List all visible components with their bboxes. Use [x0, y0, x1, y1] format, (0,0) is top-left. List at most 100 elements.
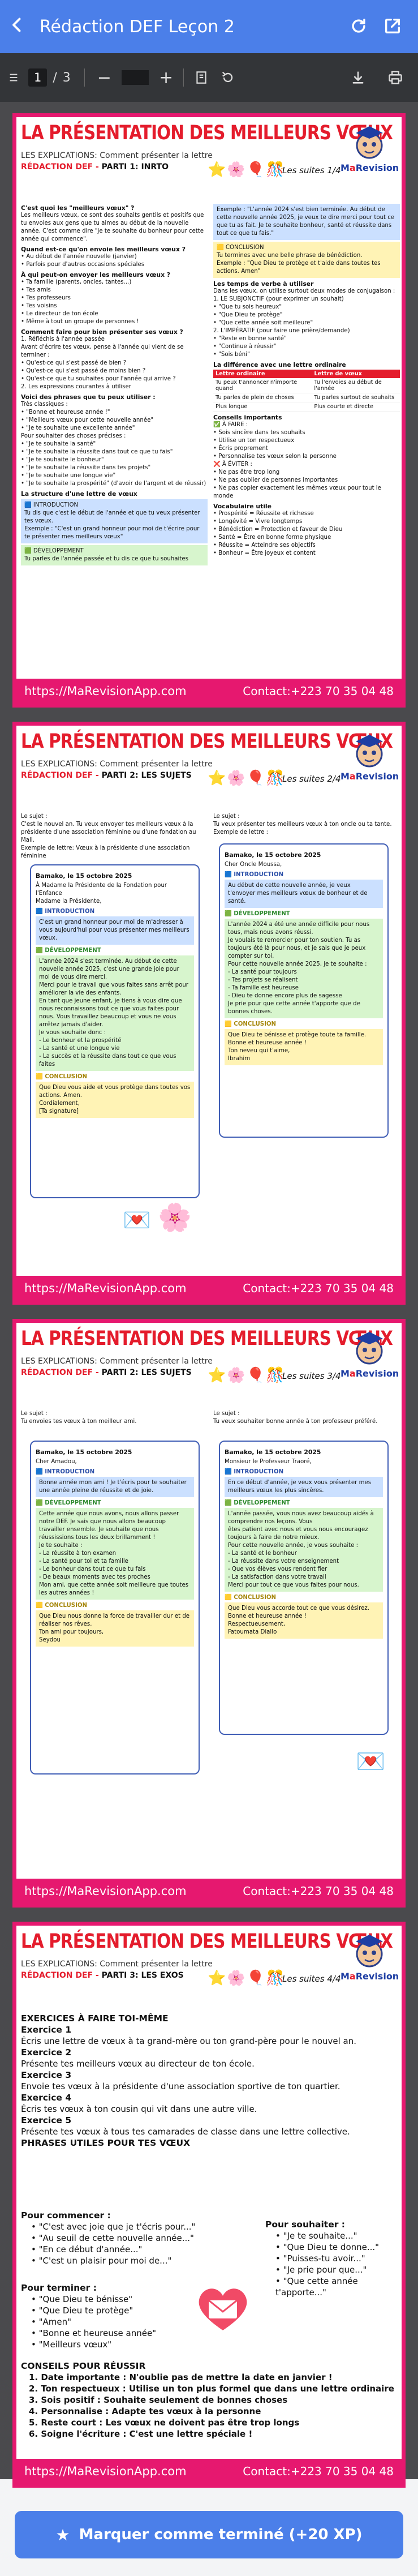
zoom-out-button[interactable]: − [97, 68, 111, 88]
exercise-heading: EXERCICES À FAIRE TOI-MÊME [21, 2013, 169, 2024]
conseil-bold: Soigne l'écriture : [41, 2429, 130, 2439]
page-body: EXERCICES À FAIRE TOI-MÊME Exercice 1 Écri… [16, 2011, 402, 2459]
concl-label: 🟨 CONCLUSION [36, 1602, 88, 1609]
concl-label: 🟨 CONCLUSION [225, 1595, 277, 1601]
phrase-text: "Je prie pour que..." [283, 2265, 367, 2275]
phrase-item: • "Au seuil de cette nouvelle année..." [31, 2232, 208, 2244]
bullet-icon: • [31, 2222, 39, 2232]
conseil-bold: Personnalise : [41, 2406, 112, 2416]
table-cell: Tu peux t'annoncer n'importe quand [213, 378, 312, 393]
section-heading: À qui peut-on envoyer les meilleurs vœux… [21, 271, 171, 278]
letter-intro: En ce début d'année, je veux vous présen… [225, 1477, 383, 1497]
part-text: PARTI 2: LES SUJETS [101, 1368, 192, 1377]
phrase-text: "Amen" [38, 2317, 72, 2327]
section-text: • Au début de l'année nouvelle (janvier)… [21, 254, 145, 268]
conseil-bold: Sois positif : [41, 2395, 104, 2405]
conseil-text: Adapte tes vœux à la personne [111, 2406, 261, 2416]
more-vert-icon[interactable] [2, 71, 25, 84]
letter-greeting: Monsieur le Professeur Traoré, [225, 1459, 312, 1465]
part-text: PARTI 1: INRTO [101, 162, 169, 172]
conseil-number: 2. [29, 2384, 41, 2394]
concl-label: 🟨 CONCLUSION [225, 1021, 277, 1027]
conseil-number: 3. [29, 2395, 41, 2405]
phrase-item: • "En ce début d'année..." [31, 2244, 208, 2255]
dev-label: 🟩 DÉVELOPPEMENT [36, 948, 101, 954]
site-link[interactable]: https://MaRevisionApp.com [24, 1281, 187, 1295]
table-row: Tu parles de plein de choses Tu parles su… [213, 393, 400, 402]
commencer-list: • "C'est avec joie que je t'écris pour..… [21, 2221, 208, 2266]
page-total: 3 [62, 70, 71, 85]
terminer-title: Pour terminer : [21, 2283, 97, 2293]
rotate-icon[interactable] [220, 70, 236, 85]
marevision-logo: MaRevision [341, 124, 399, 179]
letter-date: Bamako, le 15 octobre 2025 [36, 1448, 132, 1456]
print-icon[interactable] [387, 70, 403, 85]
comparison-table: Lettre ordinaire Lettre de vœux Tu peux t'… [213, 370, 400, 412]
logo-text: MaRevision [341, 162, 399, 173]
page-footer: https://MaRevisionApp.com Contact:+223 7… [16, 679, 402, 704]
fit-page-icon[interactable] [194, 70, 209, 85]
back-arrow-icon[interactable] [7, 15, 29, 39]
bullet-icon: • [31, 2339, 39, 2350]
open-external-icon[interactable] [380, 14, 405, 38]
mark-complete-button[interactable]: ★ Marquer comme terminé (+20 XP) [15, 2511, 403, 2558]
table-cell: Tu parles surtout de souhaits [312, 393, 400, 402]
page-header: LA PRÉSENTATION DES MEILLEURS VŒUX LES E… [16, 726, 402, 811]
bullet-icon: • [31, 2328, 39, 2338]
contact-text: Contact:+223 70 35 04 48 [243, 684, 394, 698]
page-number-input[interactable]: 1 [28, 68, 48, 87]
part-prefix: RÉDACTION DEF - [21, 162, 102, 172]
part-prefix: RÉDACTION DEF - [21, 1971, 102, 1980]
site-link[interactable]: https://MaRevisionApp.com [24, 1884, 187, 1898]
exercise-heading: Exercice 4 [21, 2093, 72, 2103]
letter-greeting: À Madame la Présidente de la Fondation p… [36, 882, 167, 905]
letter-intro: Au début de cette nouvelle année, je veu… [225, 880, 383, 908]
table-header: Lettre ordinaire [213, 370, 312, 378]
phrase-item: • "Amen" [31, 2316, 208, 2328]
dev-label: 🟩 DÉVELOPPEMENT [225, 911, 290, 917]
phrase-text: "Bonne et heureuse année" [38, 2328, 157, 2338]
table-row: Plus longue Plus courte et directe [213, 402, 400, 412]
subject-intro-left: Le sujet : Tu envoies tes vœux à ton mei… [21, 1411, 137, 1425]
phrase-item: • "C'est un plaisir pour moi de..." [31, 2255, 208, 2266]
pdf-page-4: LA PRÉSENTATION DES MEILLEURS VŒUX LES E… [12, 1922, 406, 2488]
part-prefix: RÉDACTION DEF - [21, 1368, 102, 1377]
page-footer: https://MaRevisionApp.com Contact:+223 7… [16, 2459, 402, 2484]
letter-card-right: Bamako, le 15 octobre 2025 Monsieur le P… [219, 1441, 389, 1735]
letter-intro: Bonne année mon ami ! Je t'écris pour te… [36, 1477, 194, 1497]
refresh-icon[interactable] [346, 14, 371, 38]
exercise-heading: Exercice 1 [21, 2025, 72, 2035]
download-icon[interactable] [350, 70, 366, 85]
phrase-text: "En ce début d'année..." [38, 2244, 143, 2254]
table-cell: Tu l'envoies au début de l'année [312, 378, 400, 393]
intro-label: 🟦 INTRODUCTION [225, 872, 284, 878]
site-link[interactable]: https://MaRevisionApp.com [24, 2464, 187, 2478]
letter-card-left: Bamako, le 15 octobre 2025 À Madame la P… [30, 864, 200, 1198]
part-label: RÉDACTION DEF - PARTI 2: LES SUJETS [21, 1368, 192, 1377]
conseil-number: 5. [29, 2418, 41, 2428]
letter-date: Bamako, le 15 octobre 2025 [225, 1448, 321, 1456]
page-main-title: LA PRÉSENTATION DES MEILLEURS VŒUX [21, 1327, 393, 1350]
letter-date: Bamako, le 15 octobre 2025 [225, 851, 321, 859]
page-main-title: LA PRÉSENTATION DES MEILLEURS VŒUX [21, 122, 393, 144]
letter-development: Cette année que nous avons, nous allons … [36, 1508, 194, 1600]
part-text: PARTI 2: LES SUJETS [101, 771, 192, 780]
page-header: LA PRÉSENTATION DES MEILLEURS VŒUX LES E… [16, 1926, 402, 2011]
phrase-text: "Que Dieu te bénisse" [38, 2294, 133, 2304]
logo-text: MaRevision [341, 1368, 399, 1379]
conseil-text: Utilise un ton plus formel que dans une … [128, 2384, 394, 2394]
decorative-emojis: ⭐🌸🎈🎊 [208, 770, 286, 787]
decorative-emojis: ⭐🌸🎈🎊 [208, 1970, 286, 1987]
contact-text: Contact:+223 70 35 04 48 [243, 2464, 394, 2478]
part-label: RÉDACTION DEF - PARTI 2: LES SUJETS [21, 771, 192, 780]
site-link[interactable]: https://MaRevisionApp.com [24, 684, 187, 698]
phrase-text: "Meilleurs vœux" [38, 2339, 112, 2350]
phrases-commencer: Pour commencer : • "C'est avec joie que … [21, 2210, 208, 2266]
phrases-terminer: Pour terminer : • "Que Dieu te bénisse" •… [21, 2282, 208, 2350]
section-text: ✅ À FAIRE : • Sois sincère dans tes souh… [213, 422, 381, 499]
souhaiter-title: Pour souhaiter : [265, 2219, 345, 2230]
souhaiter-list: • "Je te souhaite..." • "Que Dieu te donn… [265, 2230, 401, 2298]
zoom-in-button[interactable]: + [159, 68, 173, 88]
bullet-icon: • [31, 2244, 39, 2254]
zoom-level-field[interactable] [121, 70, 149, 85]
